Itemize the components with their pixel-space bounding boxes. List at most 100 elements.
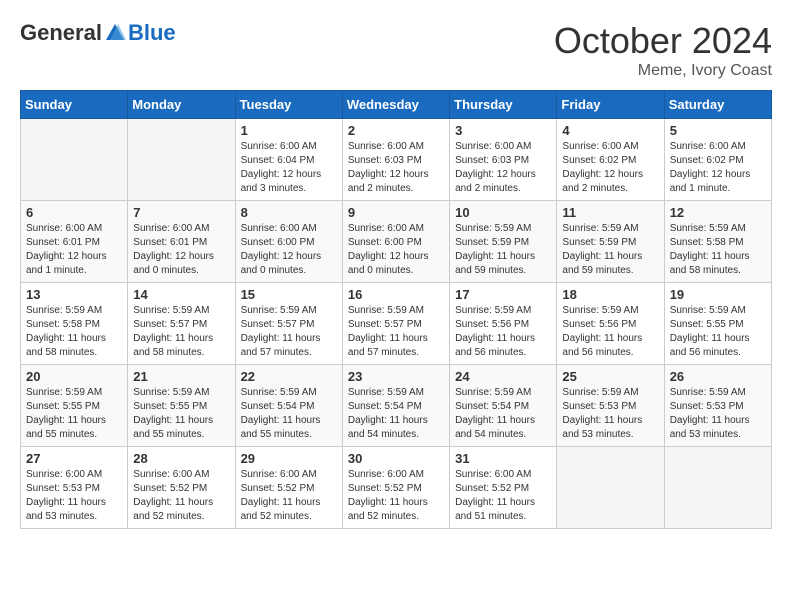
calendar-cell	[128, 119, 235, 201]
calendar-cell	[557, 447, 664, 529]
day-info: Sunrise: 5:59 AMSunset: 5:57 PMDaylight:…	[133, 304, 229, 360]
title-block: October 2024 Meme, Ivory Coast	[554, 20, 772, 80]
day-number: 4	[562, 123, 658, 138]
day-info: Sunrise: 6:00 AMSunset: 6:01 PMDaylight:…	[133, 222, 229, 278]
weekday-header: Thursday	[450, 91, 557, 119]
day-info: Sunrise: 5:59 AMSunset: 5:56 PMDaylight:…	[455, 304, 551, 360]
day-info: Sunrise: 5:59 AMSunset: 5:57 PMDaylight:…	[348, 304, 444, 360]
day-info: Sunrise: 6:00 AMSunset: 6:01 PMDaylight:…	[26, 222, 122, 278]
day-number: 8	[241, 205, 337, 220]
day-number: 11	[562, 205, 658, 220]
day-number: 16	[348, 287, 444, 302]
day-number: 17	[455, 287, 551, 302]
day-number: 6	[26, 205, 122, 220]
calendar-cell: 24 Sunrise: 5:59 AMSunset: 5:54 PMDayligh…	[450, 365, 557, 447]
calendar-cell: 2Sunrise: 6:00 AMSunset: 6:03 PMDaylight…	[342, 119, 449, 201]
day-info: Sunrise: 6:00 AMSunset: 6:00 PMDaylight:…	[241, 222, 337, 278]
day-info: Sunrise: 6:00 AMSunset: 6:02 PMDaylight:…	[562, 140, 658, 196]
day-info: Sunrise: 5:59 AMSunset: 5:55 PMDaylight:…	[26, 386, 122, 442]
calendar-week-row: 13Sunrise: 5:59 AMSunset: 5:58 PMDayligh…	[21, 283, 772, 365]
calendar-cell: 10Sunrise: 5:59 AMSunset: 5:59 PMDayligh…	[450, 201, 557, 283]
day-number: 21	[133, 369, 229, 384]
calendar-cell: 26Sunrise: 5:59 AMSunset: 5:53 PMDayligh…	[664, 365, 771, 447]
day-number: 9	[348, 205, 444, 220]
calendar-cell: 17 Sunrise: 5:59 AMSunset: 5:56 PMDayligh…	[450, 283, 557, 365]
day-info: Sunrise: 5:59 AMSunset: 5:59 PMDaylight:…	[562, 222, 658, 278]
day-info: Sunrise: 6:00 AMSunset: 5:52 PMDaylight:…	[348, 468, 444, 524]
calendar-cell: 31 Sunrise: 6:00 AMSunset: 5:52 PMDayligh…	[450, 447, 557, 529]
day-info: Sunrise: 5:59 AMSunset: 5:53 PMDaylight:…	[670, 386, 766, 442]
day-number: 15	[241, 287, 337, 302]
weekday-header: Friday	[557, 91, 664, 119]
day-number: 18	[562, 287, 658, 302]
day-number: 30	[348, 451, 444, 466]
day-number: 22	[241, 369, 337, 384]
day-number: 31	[455, 451, 551, 466]
month-title: October 2024	[554, 20, 772, 62]
weekday-header: Saturday	[664, 91, 771, 119]
calendar-week-row: 27 Sunrise: 6:00 AMSunset: 5:53 PMDayligh…	[21, 447, 772, 529]
page-header: General Blue October 2024 Meme, Ivory Co…	[20, 20, 772, 80]
calendar-cell: 8 Sunrise: 6:00 AMSunset: 6:00 PMDaylight…	[235, 201, 342, 283]
calendar-cell: 25 Sunrise: 5:59 AMSunset: 5:53 PMDayligh…	[557, 365, 664, 447]
day-number: 3	[455, 123, 551, 138]
day-number: 28	[133, 451, 229, 466]
calendar-cell: 1Sunrise: 6:00 AMSunset: 6:04 PMDaylight…	[235, 119, 342, 201]
weekday-header: Wednesday	[342, 91, 449, 119]
logo: General Blue	[20, 20, 176, 46]
location-subtitle: Meme, Ivory Coast	[554, 62, 772, 80]
calendar-cell: 23 Sunrise: 5:59 AMSunset: 5:54 PMDayligh…	[342, 365, 449, 447]
day-info: Sunrise: 5:59 AMSunset: 5:54 PMDaylight:…	[241, 386, 337, 442]
calendar-cell: 29Sunrise: 6:00 AMSunset: 5:52 PMDayligh…	[235, 447, 342, 529]
logo-general: General	[20, 20, 102, 46]
day-info: Sunrise: 5:59 AMSunset: 5:58 PMDaylight:…	[670, 222, 766, 278]
weekday-header: Tuesday	[235, 91, 342, 119]
day-number: 24	[455, 369, 551, 384]
calendar-week-row: 6 Sunrise: 6:00 AMSunset: 6:01 PMDaylight…	[21, 201, 772, 283]
day-number: 27	[26, 451, 122, 466]
day-number: 12	[670, 205, 766, 220]
day-number: 5	[670, 123, 766, 138]
calendar-cell: 19Sunrise: 5:59 AMSunset: 5:55 PMDayligh…	[664, 283, 771, 365]
day-number: 29	[241, 451, 337, 466]
day-info: Sunrise: 6:00 AMSunset: 5:52 PMDaylight:…	[455, 468, 551, 524]
day-info: Sunrise: 5:59 AMSunset: 5:53 PMDaylight:…	[562, 386, 658, 442]
day-info: Sunrise: 5:59 AMSunset: 5:54 PMDaylight:…	[348, 386, 444, 442]
calendar-cell: 16 Sunrise: 5:59 AMSunset: 5:57 PMDayligh…	[342, 283, 449, 365]
calendar-cell	[21, 119, 128, 201]
day-number: 14	[133, 287, 229, 302]
calendar-cell: 6 Sunrise: 6:00 AMSunset: 6:01 PMDaylight…	[21, 201, 128, 283]
calendar-cell: 22 Sunrise: 5:59 AMSunset: 5:54 PMDayligh…	[235, 365, 342, 447]
weekday-header: Sunday	[21, 91, 128, 119]
day-info: Sunrise: 6:00 AMSunset: 6:02 PMDaylight:…	[670, 140, 766, 196]
day-number: 1	[241, 123, 337, 138]
calendar-cell: 15 Sunrise: 5:59 AMSunset: 5:57 PMDayligh…	[235, 283, 342, 365]
calendar-cell: 3Sunrise: 6:00 AMSunset: 6:03 PMDaylight…	[450, 119, 557, 201]
day-info: Sunrise: 5:59 AMSunset: 5:56 PMDaylight:…	[562, 304, 658, 360]
day-info: Sunrise: 6:00 AMSunset: 5:53 PMDaylight:…	[26, 468, 122, 524]
day-number: 23	[348, 369, 444, 384]
day-number: 20	[26, 369, 122, 384]
day-info: Sunrise: 5:59 AMSunset: 5:57 PMDaylight:…	[241, 304, 337, 360]
calendar-header-row: SundayMondayTuesdayWednesdayThursdayFrid…	[21, 91, 772, 119]
calendar-cell: 13Sunrise: 5:59 AMSunset: 5:58 PMDayligh…	[21, 283, 128, 365]
day-info: Sunrise: 5:59 AMSunset: 5:59 PMDaylight:…	[455, 222, 551, 278]
day-info: Sunrise: 5:59 AMSunset: 5:58 PMDaylight:…	[26, 304, 122, 360]
day-info: Sunrise: 6:00 AMSunset: 6:00 PMDaylight:…	[348, 222, 444, 278]
calendar-week-row: 1Sunrise: 6:00 AMSunset: 6:04 PMDaylight…	[21, 119, 772, 201]
day-number: 19	[670, 287, 766, 302]
calendar-cell: 30 Sunrise: 6:00 AMSunset: 5:52 PMDayligh…	[342, 447, 449, 529]
calendar-table: SundayMondayTuesdayWednesdayThursdayFrid…	[20, 90, 772, 529]
calendar-cell: 7Sunrise: 6:00 AMSunset: 6:01 PMDaylight…	[128, 201, 235, 283]
calendar-cell: 9 Sunrise: 6:00 AMSunset: 6:00 PMDaylight…	[342, 201, 449, 283]
day-info: Sunrise: 5:59 AMSunset: 5:55 PMDaylight:…	[133, 386, 229, 442]
calendar-cell: 12 Sunrise: 5:59 AMSunset: 5:58 PMDayligh…	[664, 201, 771, 283]
logo-blue: Blue	[128, 20, 176, 46]
calendar-cell: 4 Sunrise: 6:00 AMSunset: 6:02 PMDaylight…	[557, 119, 664, 201]
day-number: 25	[562, 369, 658, 384]
day-info: Sunrise: 5:59 AMSunset: 5:54 PMDaylight:…	[455, 386, 551, 442]
calendar-cell: 18 Sunrise: 5:59 AMSunset: 5:56 PMDayligh…	[557, 283, 664, 365]
calendar-cell: 11 Sunrise: 5:59 AMSunset: 5:59 PMDayligh…	[557, 201, 664, 283]
calendar-week-row: 20 Sunrise: 5:59 AMSunset: 5:55 PMDayligh…	[21, 365, 772, 447]
day-info: Sunrise: 6:00 AMSunset: 6:03 PMDaylight:…	[348, 140, 444, 196]
